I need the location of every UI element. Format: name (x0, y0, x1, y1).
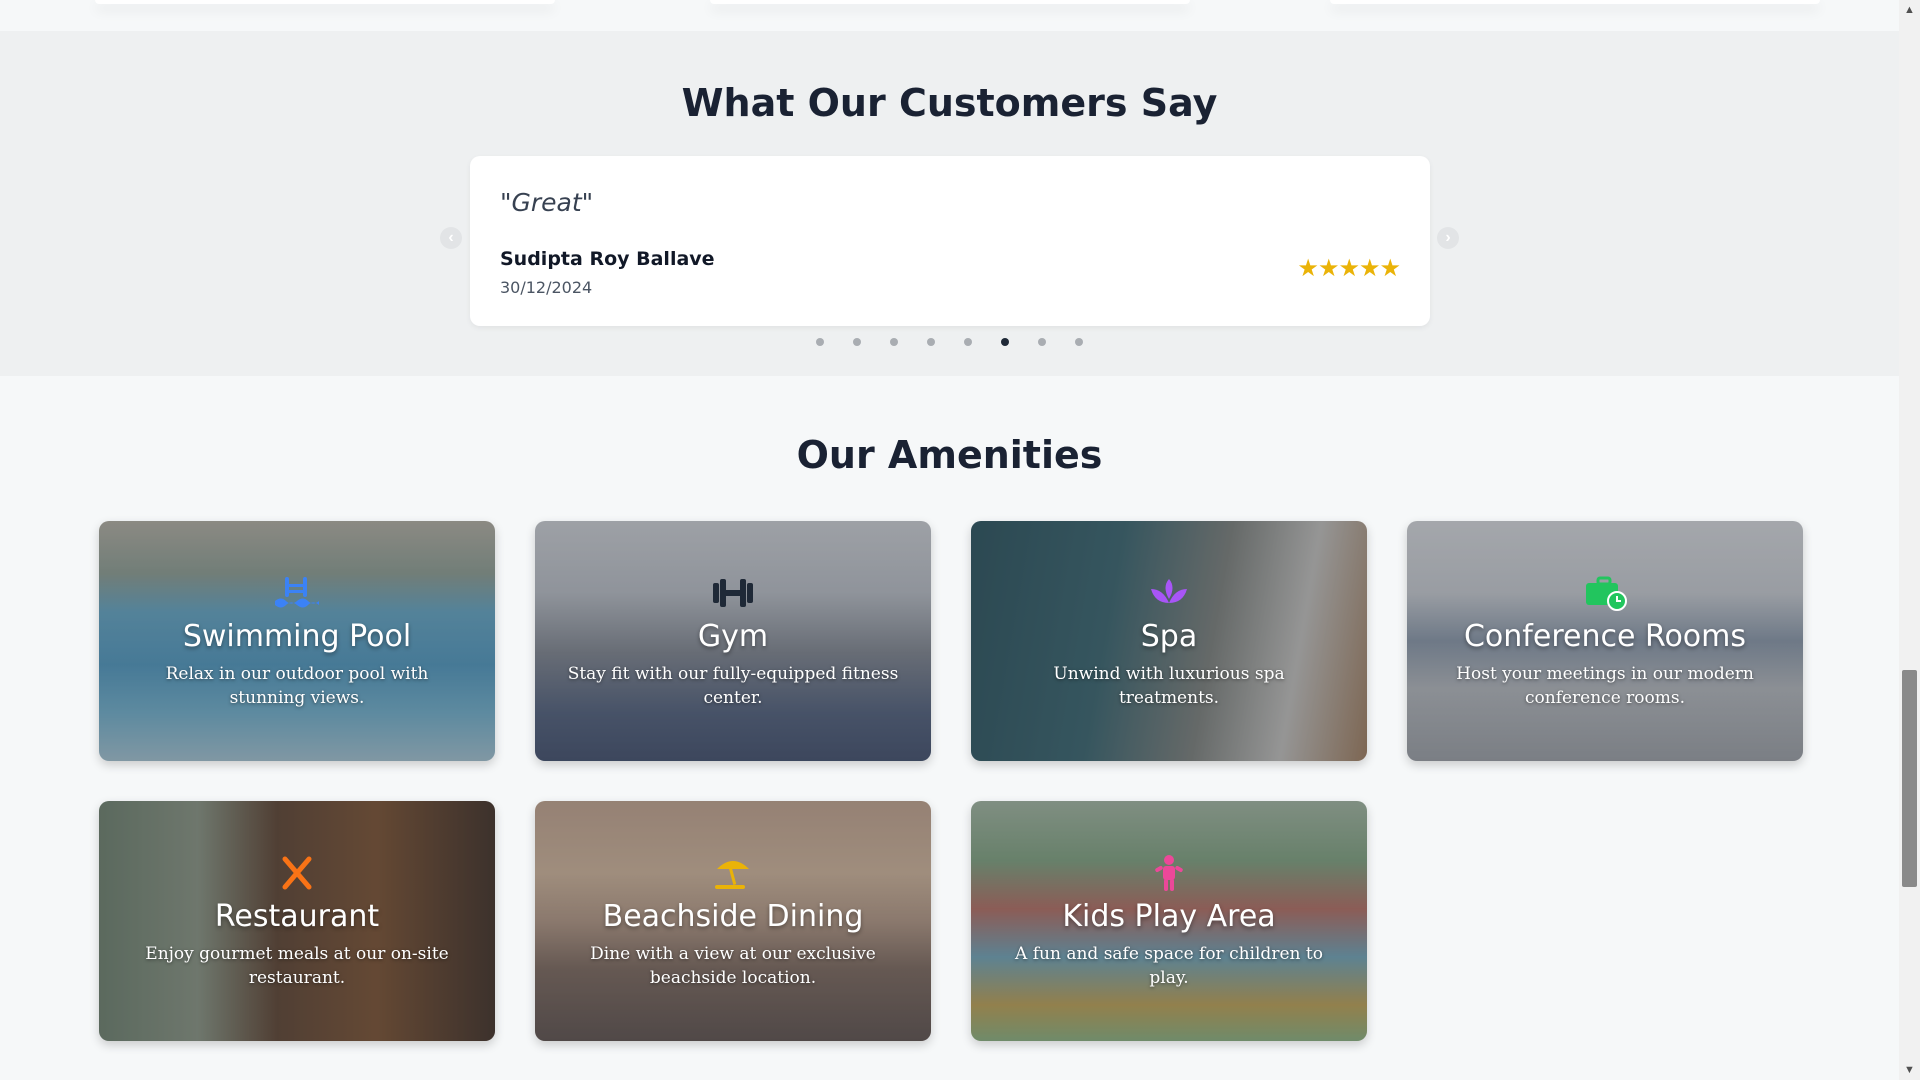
amenity-title: Beachside Dining (602, 898, 864, 934)
carousel-dot-2[interactable] (853, 338, 861, 346)
amenity-title: Restaurant (214, 898, 380, 934)
amenity-title: Kids Play Area (1062, 898, 1276, 934)
reviewer-name: Sudipta Roy Ballave (500, 248, 715, 270)
dumbbell-icon (713, 578, 753, 607)
amenity-description: Relax in our outdoor pool with stunning … (165, 663, 429, 708)
amenity-description: Stay fit with our fully-equipped fitness… (567, 663, 899, 708)
amenity-title: Swimming Pool (182, 618, 412, 654)
chevron-right-icon: › (1445, 229, 1451, 246)
carousel-dot-4[interactable] (927, 338, 935, 346)
amenity-title: Conference Rooms (1463, 618, 1747, 654)
carousel-dot-5[interactable] (964, 338, 972, 346)
amenity-card-beachside-dining[interactable]: Beachside Dining Dine with a view at our… (535, 801, 931, 1041)
swimmer-icon (275, 576, 319, 607)
amenity-description: Unwind with luxurious spa treatments. (1053, 663, 1285, 708)
carousel-dot-7[interactable] (1038, 338, 1046, 346)
child-icon (1155, 854, 1183, 891)
amenity-title: Gym (697, 618, 769, 654)
amenity-card-spa[interactable]: Spa Unwind with luxurious spa treatments… (971, 521, 1367, 761)
scroll-down-arrow-icon[interactable]: ▼ (1904, 1064, 1915, 1076)
previous-section-remnant (0, 0, 1899, 31)
review-date: 30/12/2024 (500, 278, 593, 297)
carousel-dot-8[interactable] (1075, 338, 1083, 346)
star-rating: ★★★★★ (1297, 255, 1401, 282)
briefcase-clock-icon (1586, 576, 1627, 611)
carousel-dots (0, 338, 1899, 346)
umbrella-beach-icon (715, 860, 749, 889)
carousel-dot-3[interactable] (890, 338, 898, 346)
scrollbar-thumb[interactable] (1902, 670, 1917, 887)
amenity-card-conference-rooms[interactable]: Conference Rooms Host your meetings in o… (1407, 521, 1803, 761)
vertical-scrollbar[interactable]: ▲ ▼ (1899, 0, 1920, 1080)
carousel-next-button[interactable]: › (1437, 227, 1459, 249)
amenities-title: Our Amenities (796, 433, 1103, 477)
previous-card-edge (1330, 0, 1820, 4)
amenity-description: A fun and safe space for children to pla… (1015, 943, 1323, 988)
testimonials-title: What Our Customers Say (681, 81, 1218, 125)
previous-card-edge (95, 0, 555, 4)
spa-lotus-icon (1151, 578, 1187, 603)
amenity-description: Host your meetings in our modern confere… (1456, 663, 1754, 708)
chevron-left-icon: ‹ (448, 229, 454, 246)
amenity-description: Dine with a view at our exclusive beachs… (590, 943, 876, 988)
amenity-card-restaurant[interactable]: Restaurant Enjoy gourmet meals at our on… (99, 801, 495, 1041)
previous-card-edge (710, 0, 1190, 4)
review-card: "Great" Sudipta Roy Ballave 30/12/2024 ★… (470, 156, 1430, 326)
amenity-card-kids-play-area[interactable]: Kids Play Area A fun and safe space for … (971, 801, 1367, 1041)
amenity-title: Spa (1140, 618, 1198, 654)
utensils-icon (282, 856, 312, 889)
carousel-dot-6[interactable] (1001, 338, 1009, 346)
amenity-description: Enjoy gourmet meals at our on-site resta… (145, 943, 449, 988)
carousel-prev-button[interactable]: ‹ (440, 227, 462, 249)
review-quote: "Great" (500, 188, 594, 217)
carousel-dot-1[interactable] (816, 338, 824, 346)
scroll-up-arrow-icon[interactable]: ▲ (1904, 4, 1915, 16)
amenity-card-swimming-pool[interactable]: Swimming Pool Relax in our outdoor pool … (99, 521, 495, 761)
amenity-card-gym[interactable]: Gym Stay fit with our fully-equipped fit… (535, 521, 931, 761)
testimonials-section: What Our Customers Say ‹ "Great" Sudipta… (0, 31, 1899, 376)
